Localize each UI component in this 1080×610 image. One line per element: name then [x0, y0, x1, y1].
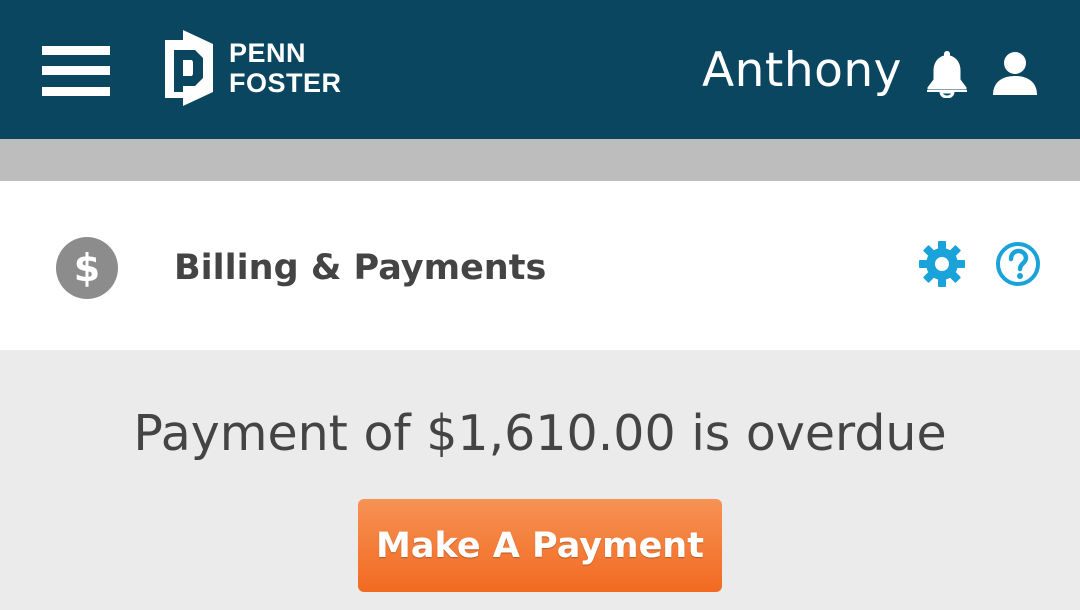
- logo-line-2: FOSTER: [229, 68, 342, 98]
- help-icon[interactable]: [994, 240, 1042, 288]
- dollar-icon: $: [56, 237, 118, 299]
- hamburger-menu-icon[interactable]: [42, 46, 110, 96]
- section-header: $ Billing & Payments: [0, 181, 1080, 350]
- bell-icon[interactable]: [922, 48, 972, 98]
- menu-bar: [42, 87, 110, 96]
- toolbar-strip: [0, 139, 1080, 181]
- user-icon[interactable]: [990, 48, 1040, 98]
- logo-line-1: PENN: [229, 38, 307, 68]
- logo-mark-icon: [165, 30, 213, 106]
- make-payment-button[interactable]: Make A Payment: [358, 499, 722, 592]
- menu-bar: [42, 46, 110, 55]
- section-title: Billing & Payments: [174, 248, 547, 288]
- penn-foster-logo[interactable]: PENN FOSTER: [165, 30, 342, 106]
- username[interactable]: Anthony: [702, 44, 902, 98]
- top-app-bar: PENN FOSTER Anthony: [0, 0, 1080, 139]
- menu-bar: [42, 66, 110, 75]
- overdue-message: Payment of $1,610.00 is overdue: [133, 405, 947, 462]
- logo-text: PENN FOSTER: [229, 38, 342, 98]
- gear-icon[interactable]: [918, 240, 966, 288]
